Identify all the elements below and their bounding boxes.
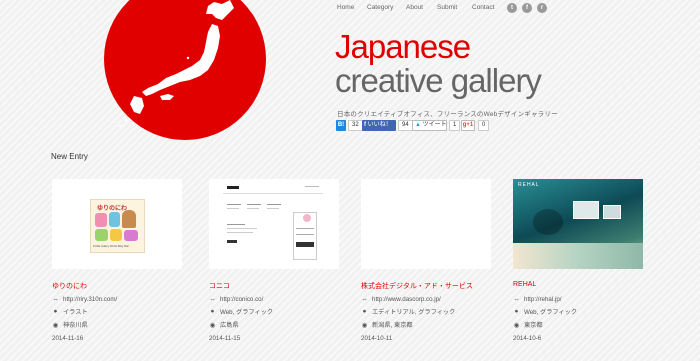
japan-map-logo[interactable] <box>104 0 266 140</box>
entry-url[interactable]: ⇔ http://conico.co/ <box>209 296 263 303</box>
entry-date: 2014-11-16 <box>52 335 84 342</box>
hatena-bookmark-button[interactable]: B! <box>336 120 346 131</box>
facebook-like-button[interactable]: f いいね！ <box>362 120 396 131</box>
entry-category: ● Web, グラフィック <box>514 308 578 316</box>
person-icon: ● <box>210 308 215 315</box>
entry-title[interactable]: ゆりのにわ <box>52 281 87 291</box>
map-pin-icon: ◉ <box>52 321 59 329</box>
twitter-bird-icon: ▲ <box>415 122 423 128</box>
tweet-label: ツイート <box>422 122 447 128</box>
entry-title[interactable]: コニコ <box>209 281 230 291</box>
entry-thumbnail[interactable] <box>361 179 491 269</box>
entry-title[interactable]: REHAL <box>513 281 536 288</box>
nav-about[interactable]: About <box>406 4 423 11</box>
entry-date: 2014-11-15 <box>209 335 241 342</box>
entry-location: ◉ 広島県 <box>209 321 239 330</box>
link-icon: ⇔ <box>513 296 520 303</box>
facebook-like-count: 94 <box>398 120 413 131</box>
google-plus-button[interactable]: g+1 <box>461 120 475 131</box>
nav-submit[interactable]: Submit <box>437 4 457 11</box>
entry-category: ● イラスト <box>53 308 88 316</box>
link-icon: ⇔ <box>361 296 368 303</box>
illustration-thumbnail: ゆりのにわ Profile Gallery Works Blog Mail <box>90 199 145 253</box>
yurino-nav: Profile Gallery Works Blog Mail <box>93 245 129 248</box>
map-pin-icon: ◉ <box>361 321 368 329</box>
link-icon: ⇔ <box>209 296 216 303</box>
entry-thumbnail[interactable] <box>209 179 339 269</box>
facebook-icon[interactable]: f <box>522 3 532 13</box>
entry-location: ◉ 神奈川県 <box>52 321 88 330</box>
entry-thumbnail[interactable]: REHAL <box>513 179 643 269</box>
person-icon: ● <box>362 308 367 315</box>
entry-date: 2014-10-6 <box>513 335 542 342</box>
nav-category[interactable]: Category <box>367 4 393 11</box>
entry-url[interactable]: ⇔ http://rehal.jp/ <box>513 296 561 303</box>
entry-location: ◉ 新潟県, 東京都 <box>361 321 413 330</box>
hatena-count: 32 <box>348 120 363 131</box>
japan-map-icon <box>118 0 234 128</box>
entry-category: ● Web, グラフィック <box>210 308 274 316</box>
map-pin-icon: ◉ <box>209 321 216 329</box>
yurino-logo: ゆりのにわ <box>97 206 128 212</box>
nav-contact[interactable]: Contact <box>472 4 494 11</box>
person-icon: ● <box>53 308 58 315</box>
entry-url[interactable]: ⇔ http://riry.310n.com/ <box>52 296 117 303</box>
google-plus-count: 0 <box>478 120 490 131</box>
entry-url[interactable]: ⇔ http://www.dascorp.co.jp/ <box>361 296 441 303</box>
person-icon: ● <box>514 308 519 315</box>
map-pin-icon: ◉ <box>513 321 520 329</box>
tweet-button[interactable]: ▲ ツイート <box>412 120 447 131</box>
section-title: New Entry <box>51 152 88 161</box>
twitter-icon[interactable]: t <box>507 3 517 13</box>
entry-title[interactable]: 株式会社デジタル・アド・サービス <box>361 281 473 291</box>
entry-thumbnail[interactable]: ゆりのにわ Profile Gallery Works Blog Mail <box>52 179 182 269</box>
rss-icon[interactable]: r <box>537 3 547 13</box>
site-title-line2: creative gallery <box>335 62 542 99</box>
entry-date: 2014-10-11 <box>361 335 393 342</box>
rehal-logo: REHAL <box>518 182 540 188</box>
link-icon: ⇔ <box>52 296 59 303</box>
site-tagline: 日本のクリエイティブオフィス、フリーランスのWebデザインギャラリー <box>337 111 558 118</box>
entry-location: ◉ 東京都 <box>513 321 543 330</box>
nav-home[interactable]: Home <box>337 4 354 11</box>
website-wireframe-thumbnail <box>223 184 323 266</box>
entry-category: ● エディトリアル, グラフィック <box>362 308 456 316</box>
tweet-count: 1 <box>449 120 461 131</box>
facebook-like-label: いいね！ <box>367 122 392 128</box>
website-screenshot-thumbnail: REHAL <box>513 179 643 269</box>
site-title-line1: Japanese <box>335 28 471 65</box>
